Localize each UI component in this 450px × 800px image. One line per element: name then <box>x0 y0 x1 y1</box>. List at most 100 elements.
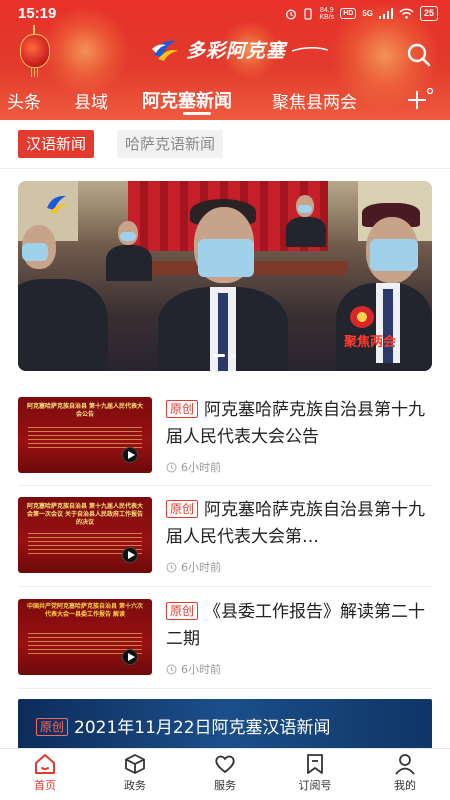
divider <box>18 688 432 689</box>
news-title-text: 阿克塞哈萨克族自治县第十九届人民代表大会第… <box>166 500 426 547</box>
app-header: 15:19 84.9 KB/s HD 5G 25 多彩阿克塞 头条 县域 阿克塞… <box>0 0 450 120</box>
status-icons: 84.9 KB/s HD 5G 25 <box>285 6 438 21</box>
person-figure <box>158 199 288 371</box>
net-speed: 84.9 KB/s <box>319 7 334 21</box>
thumb-title: 阿克塞哈萨克族自治县 第十九届人民代表大会公告 <box>26 403 144 418</box>
bookmark-icon <box>307 754 323 774</box>
nav-label: 政务 <box>124 779 146 792</box>
original-tag: 原创 <box>166 602 199 620</box>
search-button[interactable] <box>404 40 434 70</box>
status-time: 15:19 <box>18 5 57 22</box>
original-tag: 原创 <box>166 500 199 518</box>
tab-county[interactable]: 县域 <box>74 88 108 113</box>
play-icon <box>122 649 138 665</box>
home-icon <box>35 754 55 774</box>
app-logo: 多彩阿克塞 <box>150 36 329 63</box>
logo-emblem-icon <box>152 40 178 61</box>
nav-subscriptions[interactable]: 订阅号 <box>285 753 345 793</box>
play-icon <box>122 547 138 563</box>
news-meta: 6小时前 <box>166 459 221 475</box>
news-title-text: 阿克塞哈萨克族自治县第十九届人民代表大会公告 <box>166 400 426 447</box>
hd-badge: HD <box>340 8 357 19</box>
carousel-dot[interactable] <box>230 354 236 357</box>
person-figure <box>106 221 152 281</box>
subtab-chinese-news[interactable]: 汉语新闻 <box>18 130 95 158</box>
nav-label: 订阅号 <box>298 779 332 792</box>
news-title: 原创 阿克塞哈萨克族自治县第十九届人民代表大会公告 <box>166 397 432 451</box>
battery-indicator: 25 <box>419 6 438 21</box>
tab-county-two-sessions[interactable]: 聚焦县两会 <box>272 88 357 113</box>
signal-icon <box>378 8 393 19</box>
news-list-item[interactable]: 中国共产党阿克塞哈萨克族自治县 第十六次代表大会一县委工作报告 解读 原创 《县委… <box>18 599 432 699</box>
bottom-navigation: 首页 政务 服务 订阅号 我的 <box>0 748 450 800</box>
channel-logo-icon <box>47 195 68 214</box>
video-card-title: 原创 2021年11月22日阿克塞汉语新闻 <box>36 713 331 738</box>
net-speed-value: 84.9 <box>319 6 334 14</box>
clock-icon <box>166 562 177 572</box>
news-text: 原创 《县委工作报告》解读第二十二期 <box>166 599 432 653</box>
news-list-item[interactable]: 阿克塞哈萨克族自治县 第十九届人民代表大会公告 原创 阿克塞哈萨克族自治县第十九届… <box>18 397 432 497</box>
cube-icon <box>125 754 145 774</box>
vibrate-icon <box>304 7 312 20</box>
lantern-icon <box>20 25 50 77</box>
plus-icon <box>408 87 434 109</box>
user-icon <box>395 754 415 775</box>
add-channel-button[interactable] <box>406 86 436 112</box>
thumb-title: 中国共产党阿克塞哈萨克族自治县 第十六次代表大会一县委工作报告 解读 <box>26 603 144 618</box>
news-title: 原创 《县委工作报告》解读第二十二期 <box>166 599 432 653</box>
status-bar: 15:19 84.9 KB/s HD 5G 25 <box>0 0 450 28</box>
divider <box>18 485 432 486</box>
nav-services[interactable]: 服务 <box>195 753 255 793</box>
carousel-dot[interactable] <box>213 354 225 357</box>
category-tabs: 头条 县域 阿克塞新闻 聚焦县两会 <box>0 84 450 118</box>
person-figure <box>286 195 326 255</box>
nav-home[interactable]: 首页 <box>15 753 75 793</box>
nav-label: 我的 <box>394 779 416 792</box>
divider <box>0 168 450 169</box>
news-time: 6小时前 <box>181 461 221 474</box>
logo-swoosh-icon <box>292 46 329 52</box>
play-icon <box>122 447 138 463</box>
wifi-icon <box>399 8 414 19</box>
news-text: 原创 阿克塞哈萨克族自治县第十九届人民代表大会公告 <box>166 397 432 451</box>
clock-icon <box>166 664 177 674</box>
clock-icon <box>166 462 177 472</box>
alarm-icon <box>286 9 297 19</box>
video-news-card[interactable]: 原创 2021年11月22日阿克塞汉语新闻 <box>18 699 432 755</box>
news-meta: 6小时前 <box>166 661 221 677</box>
search-icon <box>407 43 431 67</box>
app-name: 多彩阿克塞 <box>186 40 287 62</box>
heart-icon <box>215 755 235 773</box>
news-list-item[interactable]: 阿克塞哈萨克族自治县 第十九届人民代表大会第一次会议 关于自治县人民政府工作报告… <box>18 497 432 597</box>
video-card-title-text: 2021年11月22日阿克塞汉语新闻 <box>74 718 331 738</box>
nav-label: 首页 <box>34 779 56 792</box>
language-subtabs: 汉语新闻 哈萨克语新闻 <box>0 120 450 168</box>
divider <box>18 586 432 587</box>
news-thumbnail: 中国共产党阿克塞哈萨克族自治县 第十六次代表大会一县委工作报告 解读 <box>18 599 152 675</box>
person-figure <box>18 221 108 371</box>
thumb-title: 阿克塞哈萨克族自治县 第十九届人民代表大会第一次会议 关于自治县人民政府工作报告… <box>26 503 144 526</box>
news-title: 原创 阿克塞哈萨克族自治县第十九届人民代表大会第… <box>166 497 432 551</box>
news-text: 原创 阿克塞哈萨克族自治县第十九届人民代表大会第… <box>166 497 432 551</box>
carousel-indicator <box>213 354 236 357</box>
news-thumbnail: 阿克塞哈萨克族自治县 第十九届人民代表大会第一次会议 关于自治县人民政府工作报告… <box>18 497 152 573</box>
original-tag: 原创 <box>36 718 69 736</box>
app-root: 15:19 84.9 KB/s HD 5G 25 多彩阿克塞 头条 县域 阿克塞… <box>0 0 450 800</box>
tab-headlines[interactable]: 头条 <box>7 88 41 113</box>
news-time: 6小时前 <box>181 561 221 574</box>
news-meta: 6小时前 <box>166 559 221 575</box>
news-title-text: 《县委工作报告》解读第二十二期 <box>166 602 426 649</box>
tab-aksay-news[interactable]: 阿克塞新闻 <box>142 87 232 113</box>
banner-carousel[interactable]: 聚焦两会 <box>18 181 432 371</box>
subtab-kazakh-news[interactable]: 哈萨克语新闻 <box>117 130 224 158</box>
emblem-icon <box>350 306 374 328</box>
network-type: 5G <box>362 9 373 18</box>
nav-label: 服务 <box>214 779 236 792</box>
nav-government[interactable]: 政务 <box>105 753 165 793</box>
nav-profile[interactable]: 我的 <box>375 753 435 793</box>
net-speed-unit: KB/s <box>319 13 335 21</box>
news-time: 6小时前 <box>181 663 221 676</box>
news-thumbnail: 阿克塞哈萨克族自治县 第十九届人民代表大会公告 <box>18 397 152 473</box>
tab-active-indicator <box>183 112 211 115</box>
banner-badge: 聚焦两会 <box>344 335 397 350</box>
